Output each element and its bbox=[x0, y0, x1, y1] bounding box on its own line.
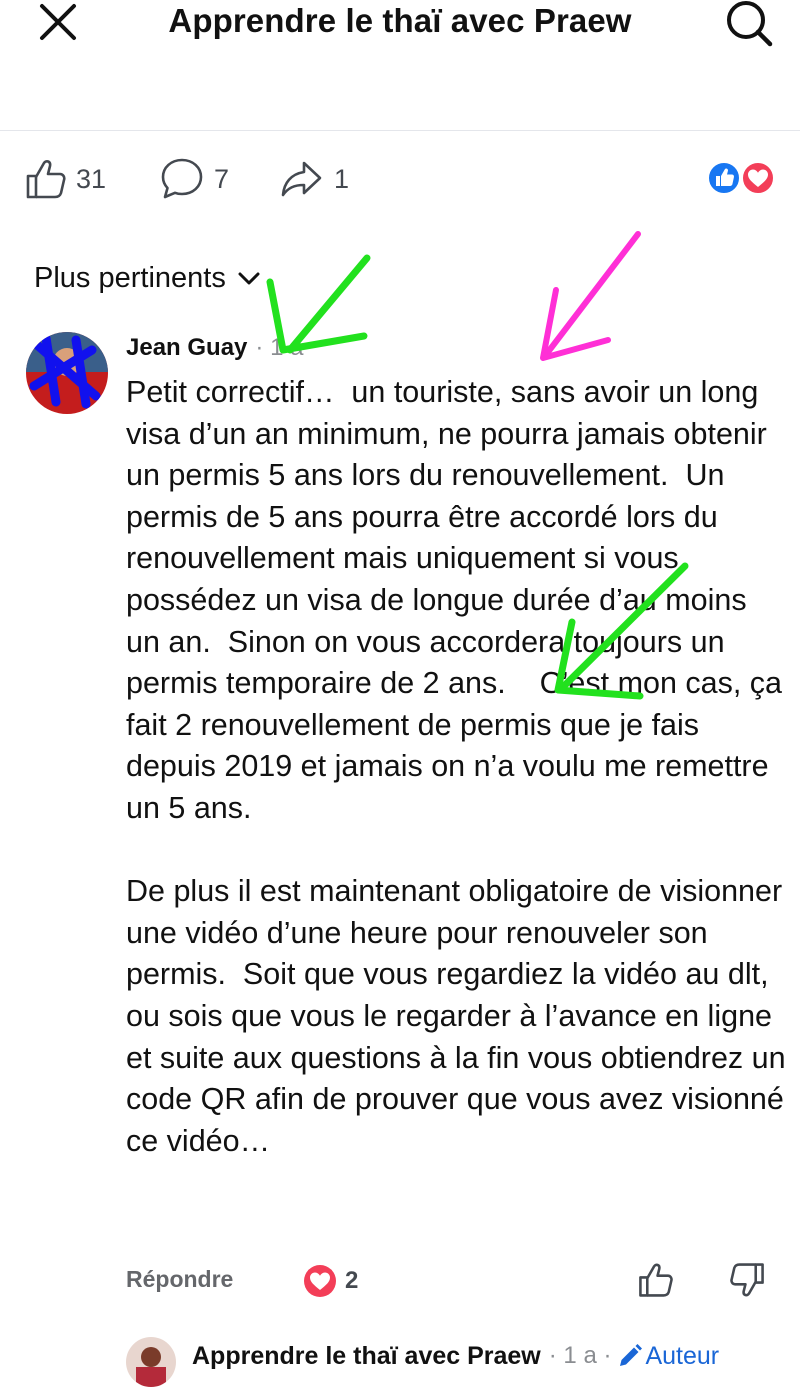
comment-paragraph: De plus il est maintenant obligatoire de… bbox=[126, 874, 795, 1158]
love-reaction-icon bbox=[741, 161, 775, 195]
comment-body: Petit correctif… un touriste, sans avoir… bbox=[126, 372, 786, 1162]
search-icon bbox=[727, 1, 773, 47]
share-count: 1 bbox=[334, 163, 350, 194]
reaction-summary[interactable] bbox=[706, 160, 776, 196]
chevron-down-icon bbox=[238, 272, 260, 284]
magenta-arrow bbox=[540, 231, 641, 361]
page-title: Apprendre le thaï avec Praew bbox=[168, 2, 632, 39]
search-button[interactable] bbox=[722, 0, 774, 48]
comment-like-button[interactable] bbox=[637, 1262, 673, 1303]
comment-count: 7 bbox=[214, 163, 230, 194]
comment-paragraph: Petit correctif… un touriste, sans avoir… bbox=[126, 375, 791, 825]
header-divider bbox=[0, 130, 800, 131]
comment-dislike-button[interactable] bbox=[730, 1262, 766, 1303]
like-reaction-icon bbox=[707, 161, 741, 195]
sort-selector[interactable]: Plus pertinents bbox=[34, 262, 260, 295]
reply-button[interactable]: Répondre bbox=[126, 1266, 233, 1293]
top-bar: Apprendre le thaï avec Praew bbox=[0, 0, 800, 130]
comment-bubble-icon bbox=[161, 158, 203, 199]
comment-stat[interactable]: 7 bbox=[160, 156, 229, 202]
like-count: 31 bbox=[76, 163, 107, 194]
comment-timestamp: · 1 a bbox=[255, 334, 304, 361]
reply-avatar[interactable] bbox=[126, 1337, 176, 1387]
thumbs-up-icon bbox=[26, 160, 66, 199]
author-badge: Auteur bbox=[617, 1342, 719, 1371]
author-badge-label: Auteur bbox=[645, 1341, 720, 1370]
comment-heart-count: 2 bbox=[345, 1267, 359, 1294]
post-stats-bar: 31 7 1 bbox=[0, 156, 800, 202]
reply-header: Apprendre le thaï avec Praew · 1 a · Aut… bbox=[126, 1336, 719, 1387]
sort-label: Plus pertinents bbox=[34, 262, 226, 294]
share-stat[interactable]: 1 bbox=[280, 156, 349, 202]
share-arrow-icon bbox=[281, 161, 322, 197]
reply-author-name[interactable]: Apprendre le thaï avec Praew bbox=[192, 1342, 541, 1371]
love-reaction-icon bbox=[304, 1265, 336, 1297]
pencil-icon bbox=[620, 1344, 643, 1366]
comment-reactions[interactable]: 2 bbox=[303, 1264, 358, 1298]
comment-author-name[interactable]: Jean Guay bbox=[126, 334, 247, 362]
comment-header: Jean Guay · 1 a bbox=[126, 332, 303, 364]
comment-actions: Répondre 2 bbox=[0, 1260, 800, 1304]
avatar[interactable] bbox=[26, 332, 108, 414]
like-stat[interactable]: 31 bbox=[24, 156, 106, 202]
thumbs-down-icon bbox=[730, 1263, 764, 1297]
reply-timestamp: · 1 a · bbox=[548, 1342, 612, 1369]
thumbs-up-icon bbox=[639, 1263, 673, 1297]
